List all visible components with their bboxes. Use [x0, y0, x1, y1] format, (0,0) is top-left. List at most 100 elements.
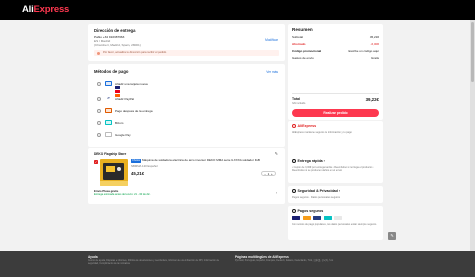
summary-row-promo[interactable]: Código promocional Escribe un código aquí [292, 49, 379, 53]
see-all-payments-link[interactable]: Ver más [266, 70, 278, 74]
shield-check-icon [292, 124, 296, 128]
image-band [100, 181, 128, 186]
radio-button[interactable] [97, 120, 101, 125]
delivery-card: Entrega rápida › • Cupón de 3,00€ por en… [288, 156, 383, 183]
payments-title: Pagos seguros [292, 209, 323, 213]
mastercard-icon [115, 89, 120, 93]
promo-code-input[interactable]: Escribe un código aquí [348, 49, 379, 53]
summary-row-saved: Ahorrado -6,00€ [292, 42, 379, 46]
product-title[interactable]: Máquina de soldadura eléctrica de arco i… [142, 159, 278, 163]
row-label: Código promocional [292, 49, 322, 53]
radio-button[interactable] [97, 108, 101, 113]
tax-note: IVA incluido [292, 102, 306, 105]
payment-option-label: Google Pay [115, 132, 131, 137]
brand-text: AliExpress mantiene seguros tu informaci… [292, 131, 352, 134]
edit-icon[interactable]: ✎ [275, 151, 278, 156]
chevron-right-icon[interactable]: › [339, 189, 340, 193]
security-text: Pagos seguros · Datos personales seguros [292, 196, 340, 199]
google-pay-icon [334, 216, 342, 220]
qty-plus[interactable]: + [269, 172, 273, 176]
warning-icon [97, 51, 100, 55]
payment-title: Métodos de pago [94, 69, 129, 74]
footer-help-links[interactable]: Centro de ayuda, Disputas e informes, Po… [88, 260, 223, 266]
address-title: Dirección de entrega [94, 28, 136, 33]
row-label: Gastos de envío [292, 56, 314, 60]
chevron-right-icon[interactable]: › [276, 191, 277, 195]
row-value: -6,00€ [370, 42, 379, 46]
place-order-button[interactable]: Realizar pedido [292, 109, 379, 117]
payment-option-label: Bizum [115, 120, 124, 125]
chevron-right-icon[interactable]: › [324, 159, 325, 163]
row-value: Gratis [370, 56, 379, 60]
delivery-estimate: Entrega estimada antes del envío: 21 - 3… [94, 193, 151, 196]
row-label: Ahorrado [292, 42, 306, 46]
paypal-icon [313, 216, 321, 220]
aliexpress-logo[interactable]: AliExpress [22, 4, 69, 15]
row-label: Subtotal [292, 35, 304, 39]
payments-title-text: Pagos seguros [297, 209, 324, 214]
brand-title: AliExpress [292, 124, 316, 128]
address-warning: Por favor, actualiza tu dirección para r… [94, 50, 279, 56]
delivery-text: • Cupón de 3,00€ por entrega tardía • Re… [292, 166, 374, 173]
product-price: 45,21€ [131, 171, 145, 176]
truck-icon [292, 159, 296, 163]
footer-languages-title: Páginas multilingües de AliExpress [235, 255, 289, 259]
summary-row-shipping: Gastos de envío Gratis [292, 56, 379, 60]
welder-display [106, 166, 115, 172]
secure-payments-card: Pagos seguros Con socios de pago popular… [288, 206, 383, 240]
footer-help-title: Ayuda [88, 255, 98, 259]
paypal-icon: P [105, 96, 112, 101]
radio-button[interactable] [97, 96, 101, 101]
scrollbar-thumb[interactable] [471, 22, 474, 82]
summary-row-subtotal: Subtotal 45,21€ [292, 35, 379, 39]
cart-item-card: DEKO Flagship Store › ✎ ✓ Choice Máquina… [88, 148, 285, 204]
scrollbar[interactable] [470, 20, 475, 251]
payments-text: Con socios de pago populares, tus datos … [292, 223, 377, 226]
edit-address-link[interactable]: Modificar [265, 38, 278, 42]
bizum-icon [323, 216, 332, 220]
security-title: Seguridad & Privacidad › [292, 189, 340, 193]
top-bar: AliExpress [0, 0, 475, 20]
welder-knob [117, 167, 121, 171]
radio-button[interactable] [97, 81, 101, 86]
product-variant[interactable]: NBMMA 120 Español [131, 164, 158, 168]
footer: Ayuda Centro de ayuda, Disputas e inform… [0, 251, 475, 277]
security-card: Seguridad & Privacidad › Pagos seguros ·… [288, 186, 383, 203]
payment-logos [292, 216, 345, 221]
radio-button[interactable] [97, 132, 101, 137]
row-value: 45,21€ [369, 35, 379, 39]
credit-card-icon [105, 81, 112, 86]
divider [292, 93, 379, 94]
bank-icon [105, 108, 112, 113]
logo-text: Ali [22, 4, 34, 15]
quantity-stepper[interactable]: – 1 + [261, 171, 276, 176]
delivery-title: Entrega rápida › [292, 159, 325, 163]
address-city: (Chamberí, Madrid, Spain, 28001) [94, 43, 141, 47]
payment-option-label: Pago después de la entrega [115, 108, 153, 113]
item-checkbox[interactable]: ✓ [94, 160, 98, 164]
choice-badge: Choice [131, 159, 142, 163]
delivery-title-text: Entrega rápida [297, 159, 323, 164]
card-icon [292, 209, 296, 213]
summary-total: Total 39,22€ [292, 97, 379, 102]
bizum-icon [105, 120, 112, 125]
feedback-icon[interactable]: ✎ [388, 232, 396, 240]
total-label: Total [292, 97, 301, 101]
payment-option-label: Añadir PayPal [115, 96, 135, 101]
chevron-right-icon[interactable]: › [121, 152, 122, 156]
shield-icon [292, 189, 296, 193]
visa-icon [292, 216, 300, 220]
summary-title: Resumen [292, 27, 313, 32]
brand-title-text: AliExpress [297, 124, 317, 129]
mastercard-icon [302, 216, 311, 220]
address-warning-text: Por favor, actualiza tu dirección para r… [103, 51, 167, 55]
total-value: 39,22€ [365, 97, 379, 102]
payment-methods-card: Métodos de pago Ver más Añadir una tarje… [88, 64, 285, 147]
footer-language-links[interactable]: Русский, Português, Español, Français, D… [235, 260, 375, 263]
visa-icon [115, 85, 120, 89]
product-image[interactable] [100, 159, 128, 186]
security-title-text: Seguridad & Privacidad [297, 189, 338, 194]
delivery-address-card: Dirección de entrega Pablo +34 910387663… [88, 24, 285, 61]
logo-text-accent: Express [33, 4, 70, 15]
order-summary-card: Resumen Subtotal 45,21€ Ahorrado -6,00€ Có… [288, 24, 383, 120]
